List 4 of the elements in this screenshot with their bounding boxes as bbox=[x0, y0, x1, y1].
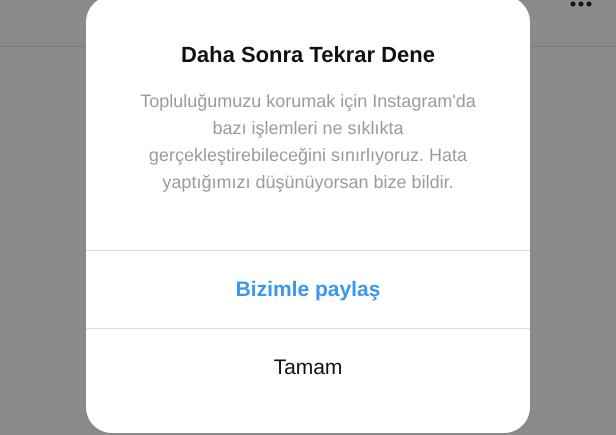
dialog-message: Topluluğumuzu korumak için Instagram'da bazı işlemleri ne sıklıkta gerçekleştirebileceğini sınırlıyoruz. Hata yaptığımızı düşünüyorsan bize bildir. bbox=[139, 90, 477, 194]
dialog-button[interactable]: Tamam bbox=[86, 328, 530, 406]
dialog-title: Daha Sonra Tekrar Dene bbox=[180, 42, 436, 68]
more-icon[interactable] bbox=[570, 1, 592, 7]
